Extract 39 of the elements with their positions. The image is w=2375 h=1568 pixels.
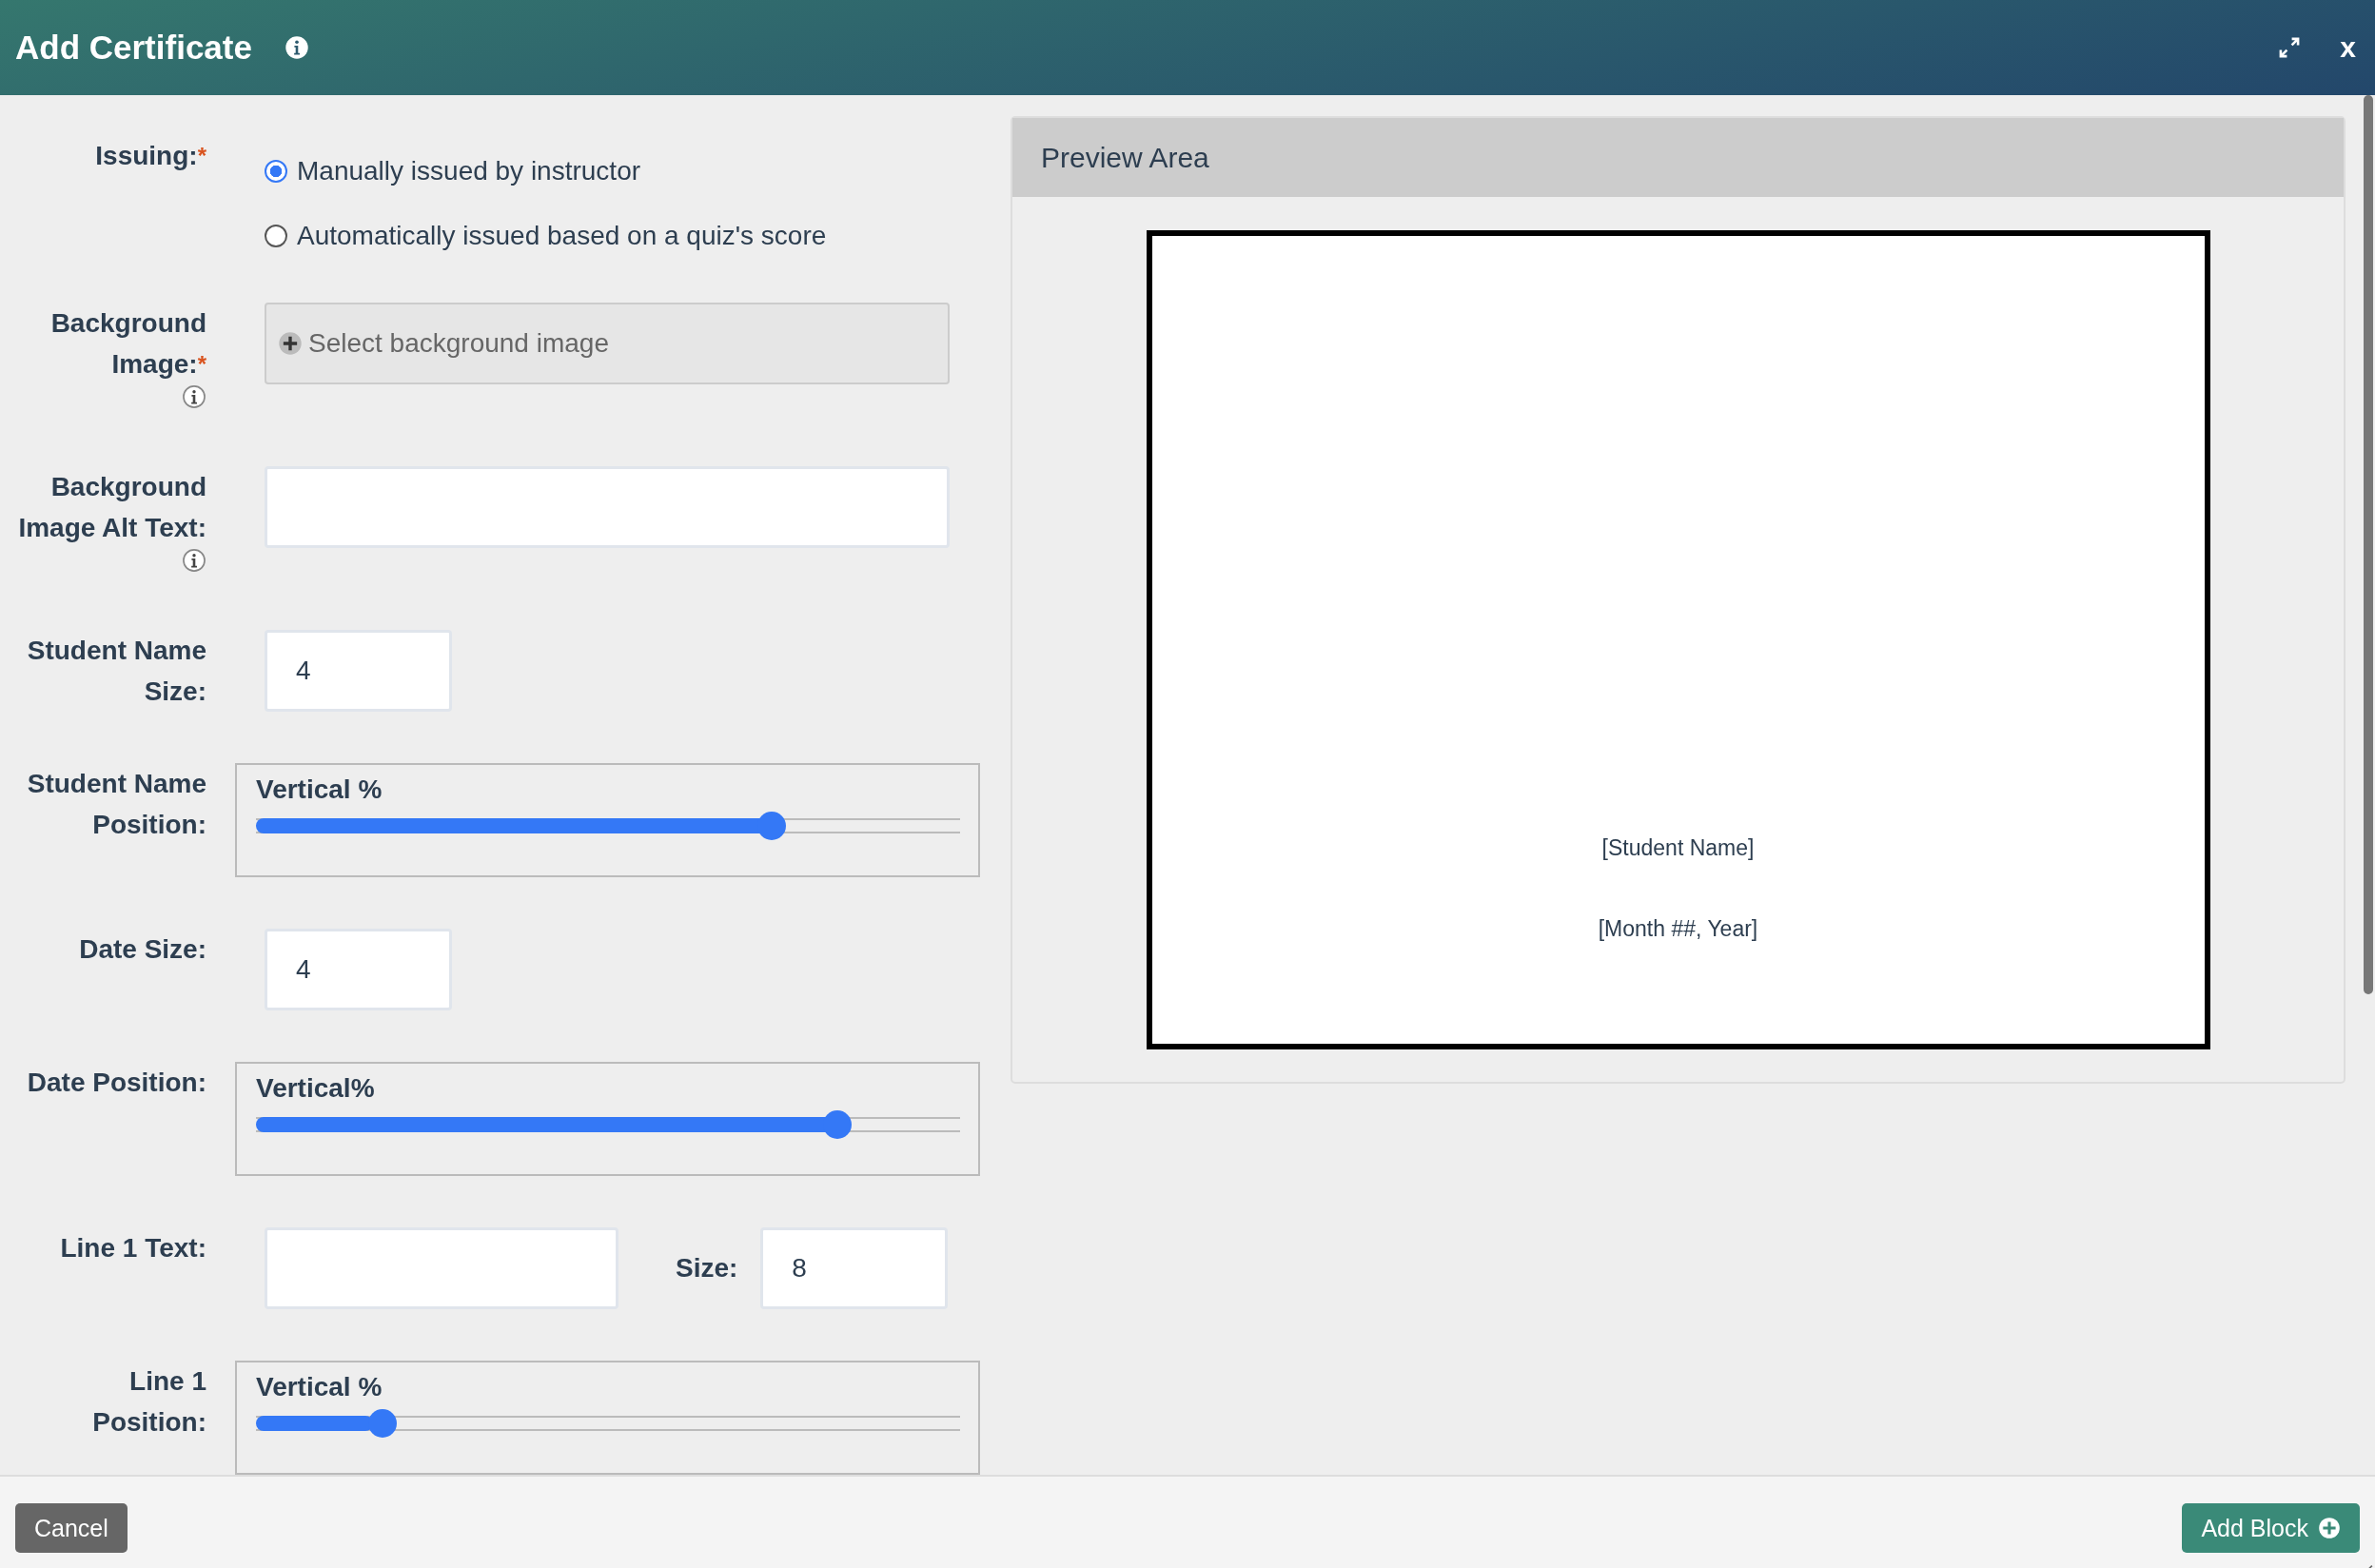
slider-thumb[interactable] [756,812,786,840]
info-icon[interactable] [182,384,206,409]
field-label: Issuing:* [95,140,206,172]
close-button[interactable]: x [2336,31,2360,64]
window-title: Add Certificate [15,29,252,67]
add-block-button[interactable]: Add Block [2182,1503,2360,1553]
number-field[interactable]: 4 [265,630,452,712]
slider-thumb[interactable] [822,1110,852,1139]
slider-caption: Vertical % [256,1372,383,1402]
field-label: Line 1 Text: [60,1232,206,1264]
field-label: Date Position: [27,1067,206,1099]
slider-caption: Vertical% [256,1073,376,1104]
slider-caption: Vertical % [256,774,383,805]
radio-button[interactable] [265,160,287,183]
scrollbar-thumb[interactable] [2364,95,2373,994]
radio-option[interactable]: Manually issued by instructor [265,156,980,186]
field-label: Background Image Alt Text: [17,471,206,544]
preview-title: Preview Area [1012,118,2344,197]
field-label: Background Image:* [49,307,206,381]
input-field[interactable] [265,1227,618,1309]
plus-icon [2318,1517,2341,1539]
number-field[interactable]: 8 [760,1227,949,1309]
radio-option[interactable]: Automatically issued based on a quiz's score [265,221,980,251]
certificate-text: [Month ##, Year] [1598,916,1758,942]
info-icon[interactable] [182,548,206,573]
plus-icon [278,331,303,356]
radio-button[interactable] [265,225,287,247]
field-label: Student Name Position: [26,768,206,841]
field-label: Line 1 Position: [91,1365,206,1439]
info-icon[interactable] [284,35,309,60]
field-label: Student Name Size: [26,635,206,708]
number-field[interactable]: 4 [265,929,452,1010]
certificate-text: [Student Name] [1601,835,1755,861]
background-image-picker[interactable]: Select background image [265,303,950,384]
input-field[interactable] [265,466,950,548]
cancel-button[interactable]: Cancel [15,1503,128,1553]
field-label: Date Size: [79,933,206,966]
slider-thumb[interactable] [367,1409,397,1438]
field-label: Size: [676,1253,738,1284]
